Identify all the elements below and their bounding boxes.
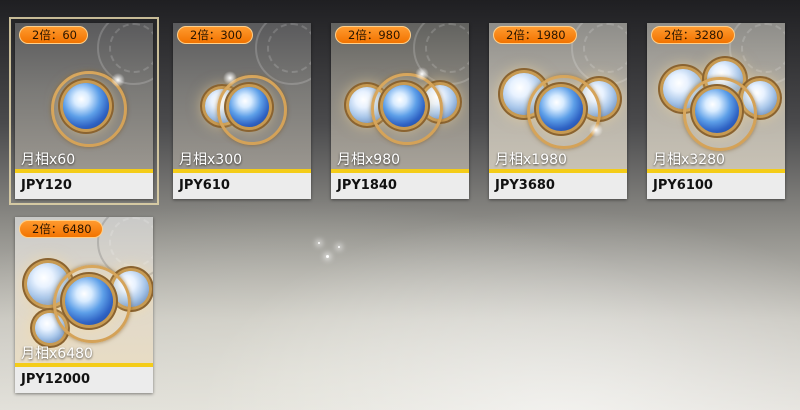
moon-orb-icon [383,85,425,127]
sparkle [338,246,340,248]
price-label: JPY3680 [489,173,627,199]
double-bonus-badge: 2倍：300 [177,26,254,44]
product-card-980[interactable]: 2倍：980 月相x980 JPY1840 [331,23,469,199]
sparkle-icon [223,71,237,85]
product-card-6480[interactable]: 2倍：6480 月相x6480 JPY12000 [15,217,153,393]
moon-orb-icon [539,87,583,131]
double-bonus-badge: 2倍：980 [335,26,412,44]
sparkle-icon [589,123,603,137]
seal-decoration [255,23,311,85]
product-card-300[interactable]: 2倍：300 月相x300 JPY610 [173,23,311,199]
moon-orb-icon [229,87,269,127]
double-bonus-badge: 2倍：6480 [19,220,103,238]
double-bonus-badge: 2倍：3280 [651,26,735,44]
price-label: JPY120 [15,173,153,199]
sparkle [318,242,320,244]
moon-orb-icon [65,277,113,325]
sparkle [326,255,329,258]
sparkle-icon [111,73,125,87]
product-name: 月相x60 [21,152,76,168]
moon-orb-icon [63,83,109,129]
price-label: JPY610 [173,173,311,199]
product-name: 月相x300 [179,152,243,168]
price-label: JPY12000 [15,367,153,393]
double-bonus-badge: 2倍：60 [19,26,88,44]
product-card-60[interactable]: 2倍：60 月相x60 JPY120 [9,17,159,205]
double-bonus-badge: 2倍：1980 [493,26,577,44]
sparkle-icon [415,67,429,81]
seal-decoration [571,23,627,85]
product-name: 月相x980 [337,152,401,168]
price-label: JPY1840 [331,173,469,199]
product-name: 月相x6480 [21,346,93,362]
product-card-3280[interactable]: 2倍：3280 月相x3280 JPY6100 [647,23,785,199]
moon-orb-icon [695,89,739,133]
price-label: JPY6100 [647,173,785,199]
product-name: 月相x1980 [495,152,567,168]
product-card-1980[interactable]: 2倍：1980 月相x1980 JPY3680 [489,23,627,199]
product-name: 月相x3280 [653,152,725,168]
